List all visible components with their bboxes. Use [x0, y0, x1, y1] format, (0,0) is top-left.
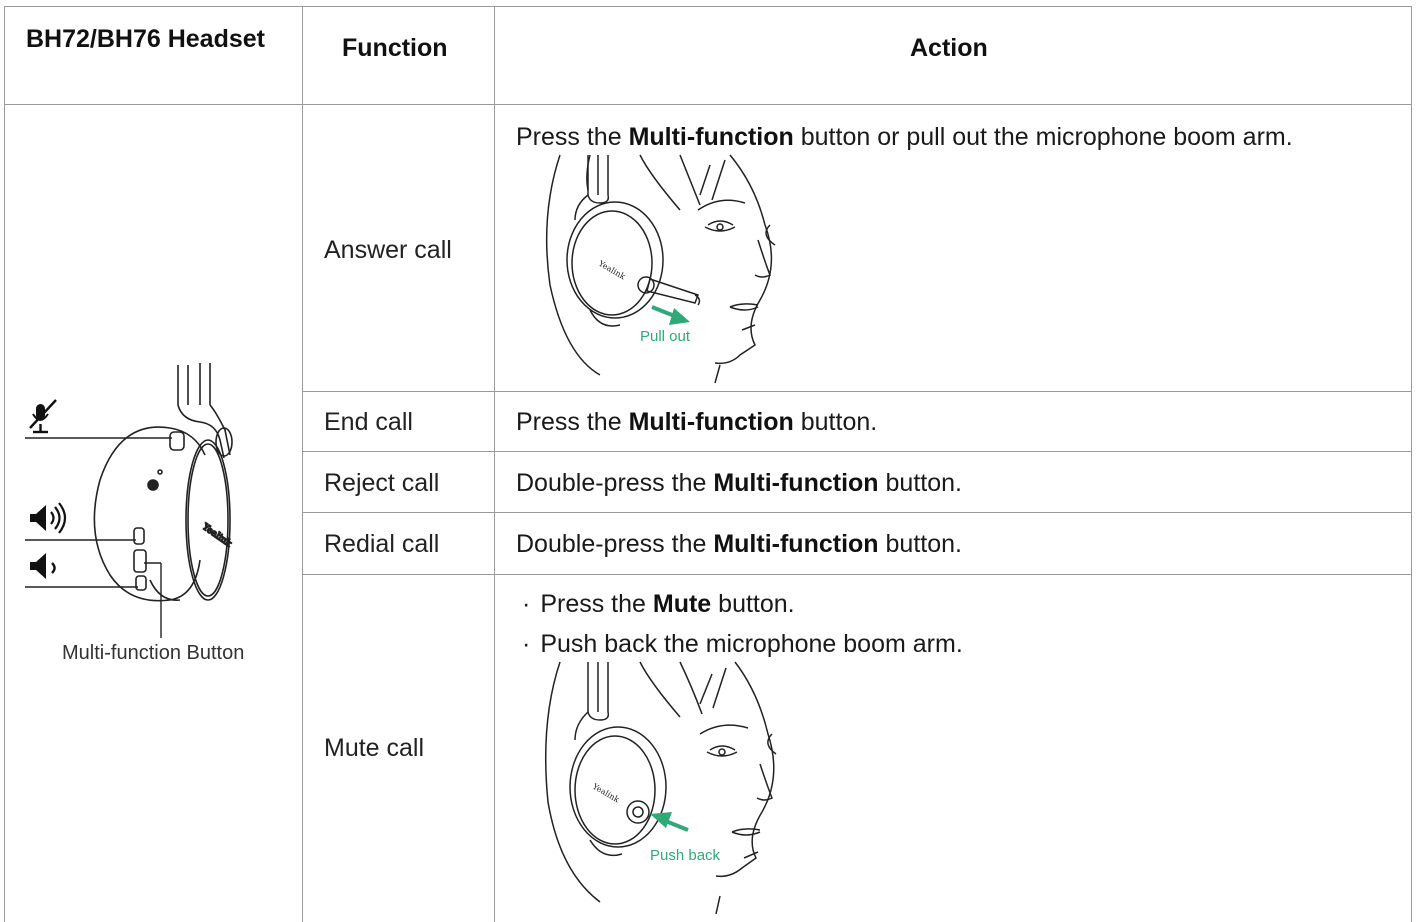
- action-end-call: Press the Multi-function button.: [516, 407, 877, 437]
- headset-diagram: Yealink: [25, 363, 234, 638]
- action-bold-term: Multi-function: [628, 123, 794, 151]
- table-left-border: [4, 6, 5, 922]
- pull-out-label: Pull out: [640, 328, 691, 345]
- action-text: button.: [711, 590, 795, 618]
- action-text: Press the: [540, 590, 653, 618]
- action-text: button.: [793, 408, 878, 436]
- volume-up-button-graphic: [133, 527, 145, 545]
- push-back-arrow-icon: [650, 812, 689, 832]
- svg-text:Yealink: Yealink: [596, 258, 627, 281]
- header-headset: BH72/BH76 Headset: [26, 25, 265, 53]
- column-divider-1: [302, 6, 303, 922]
- volume-up-icon: [30, 502, 67, 534]
- row-divider-redial: [302, 574, 1412, 575]
- bullet-dot: ·: [522, 590, 531, 618]
- callout-lines: [25, 437, 172, 638]
- action-mute-bullet-1: · Press the Mute button.: [522, 589, 795, 619]
- action-reject-call: Double-press the Multi-function button.: [516, 468, 962, 498]
- action-text: Press the: [516, 408, 629, 436]
- function-end-call: End call: [324, 408, 413, 436]
- row-divider-answer: [302, 391, 1412, 392]
- table-top-border: [4, 6, 1412, 7]
- multi-function-button-graphic: [133, 549, 147, 573]
- svg-text:Yealink: Yealink: [590, 781, 621, 804]
- row-divider-reject: [302, 512, 1412, 513]
- function-mute-call: Mute call: [324, 734, 425, 762]
- header-action: Action: [910, 34, 988, 62]
- headband-graphic: [177, 363, 233, 459]
- action-text: Push back the microphone boom arm.: [540, 630, 963, 658]
- action-answer-call: Press the Multi-function button or pull …: [516, 122, 1293, 152]
- action-bold-term: Multi-function: [628, 408, 794, 436]
- volume-down-button-graphic: [135, 575, 147, 591]
- header-function: Function: [342, 34, 448, 62]
- action-redial-call: Double-press the Multi-function button.: [516, 529, 962, 559]
- function-answer-call: Answer call: [324, 236, 452, 264]
- column-divider-2: [494, 6, 495, 922]
- action-bold-term: Multi-function: [713, 469, 879, 497]
- bullet-dot: ·: [522, 630, 531, 658]
- action-text: button.: [878, 469, 962, 497]
- pull-out-illustration: Yealink Pull out: [545, 154, 776, 384]
- action-text: Double-press the: [516, 469, 714, 497]
- mic-mute-icon: [29, 399, 57, 434]
- table-right-border: [1411, 6, 1412, 922]
- action-text: Double-press the: [516, 530, 714, 558]
- function-reject-call: Reject call: [324, 469, 440, 497]
- row-divider-end: [302, 451, 1412, 452]
- volume-down-icon: [30, 553, 56, 579]
- earcup-graphic: Yealink: [93, 426, 234, 602]
- action-text: button or pull out the microphone boom a…: [793, 123, 1293, 151]
- pull-out-arrow-icon: [651, 305, 690, 325]
- action-mute-bullet-2: · Push back the microphone boom arm.: [522, 629, 963, 659]
- push-back-illustration: Yealink Push back: [545, 661, 777, 915]
- action-text: Press the: [516, 123, 629, 151]
- header-bottom-border: [4, 104, 1412, 105]
- function-redial-call: Redial call: [324, 530, 440, 558]
- multi-function-button-caption: Multi-function Button: [62, 642, 245, 664]
- push-back-label: Push back: [650, 847, 721, 864]
- mute-button-graphic: [169, 431, 185, 451]
- action-bold-term: Mute: [652, 590, 712, 618]
- action-text: button.: [878, 530, 962, 558]
- action-bold-term: Multi-function: [713, 530, 879, 558]
